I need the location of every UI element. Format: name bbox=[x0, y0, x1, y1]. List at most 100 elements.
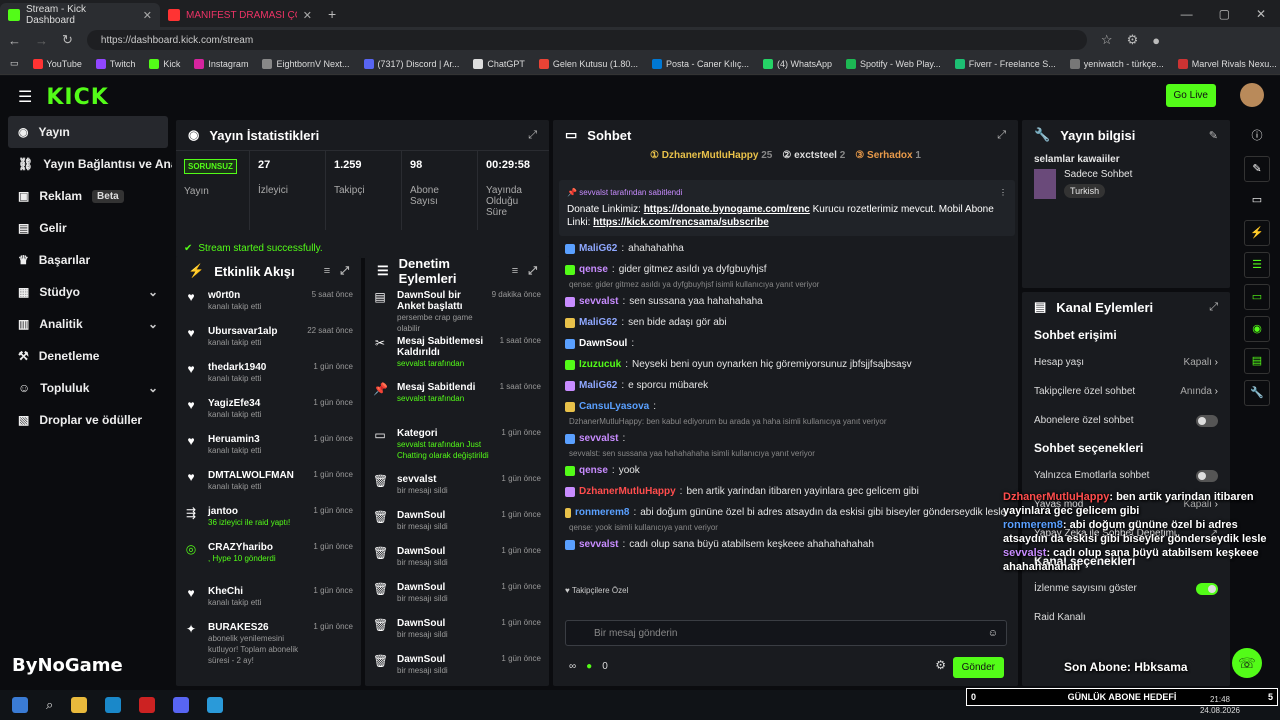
channel-icon[interactable]: ▤ bbox=[1244, 348, 1270, 374]
expand-icon[interactable]: ⤢ bbox=[528, 265, 537, 278]
broadcast-icon[interactable]: ◉ bbox=[1244, 316, 1270, 342]
apps-icon[interactable]: ▭ bbox=[10, 58, 19, 69]
close-window-icon[interactable]: ✕ bbox=[1256, 7, 1266, 21]
chat-message[interactable]: sevvalst: cadı olup sana büyü atabilsem k… bbox=[565, 534, 1006, 555]
chat-message[interactable]: sevvalst: bbox=[565, 428, 1006, 449]
go-live-button[interactable]: Go Live bbox=[1165, 84, 1216, 107]
chat-username[interactable]: Izuzucuk bbox=[579, 359, 621, 370]
chat-message[interactable]: DzhanerMutluHappy: ben artik yarindan iti… bbox=[565, 481, 1006, 502]
help-button[interactable]: ☏ bbox=[1232, 648, 1262, 678]
new-tab-icon[interactable]: + bbox=[328, 6, 336, 22]
bookmark-item[interactable]: Posta - Caner Kılıç... bbox=[651, 58, 749, 69]
settings-icon[interactable]: ⚙ bbox=[935, 658, 946, 672]
chat-input[interactable]: Bir mesaj gönderin ☺ bbox=[565, 620, 1007, 646]
edit-icon[interactable]: ✎ bbox=[1209, 129, 1218, 142]
send-button[interactable]: Gönder bbox=[952, 657, 1004, 678]
chat-username[interactable]: sevvalst bbox=[579, 433, 618, 444]
account-age-row[interactable]: Hesap yaşı Kapalı › bbox=[1022, 348, 1230, 377]
edge-icon[interactable] bbox=[207, 697, 224, 713]
bookmark-item[interactable]: Gelen Kutusu (1.80... bbox=[538, 58, 638, 69]
infinity-icon[interactable]: ∞ bbox=[569, 661, 576, 672]
bookmark-item[interactable]: YouTube bbox=[32, 58, 82, 69]
chat-message[interactable]: DawnSoul: bbox=[565, 333, 1006, 354]
subscribers-only-toggle[interactable] bbox=[1196, 414, 1218, 427]
bookmark-item[interactable]: (7317) Discord | Ar... bbox=[363, 58, 459, 69]
chat-message[interactable]: CansuLyasova: bbox=[565, 396, 1006, 417]
menu-icon[interactable]: ☰ bbox=[18, 87, 32, 107]
bookmark-star-icon[interactable]: ☆ bbox=[1101, 32, 1113, 48]
bookmark-item[interactable]: Kick bbox=[149, 58, 180, 69]
chat-message[interactable]: qense: yook bbox=[565, 460, 1006, 481]
edit-icon[interactable]: ✎ bbox=[1244, 156, 1270, 182]
chat-username[interactable]: sevvalst bbox=[579, 296, 618, 307]
kick-logo[interactable]: KICK bbox=[46, 85, 108, 110]
app-icon[interactable] bbox=[105, 697, 122, 713]
chat-username[interactable]: ronmerem8 bbox=[575, 507, 629, 518]
close-icon[interactable]: ✕ bbox=[303, 9, 312, 22]
chat-username[interactable]: sevvalst bbox=[579, 539, 618, 550]
back-icon[interactable]: ← bbox=[8, 33, 21, 48]
search-icon[interactable]: ⌕ bbox=[46, 697, 53, 713]
maximize-icon[interactable]: ▢ bbox=[1219, 7, 1230, 21]
sidebar-item-topluluk[interactable]: ☺ Topluluk ⌄ bbox=[0, 372, 172, 404]
bookmark-item[interactable]: Instagram bbox=[194, 58, 248, 69]
sidebar-item-yayin[interactable]: ◉ Yayın bbox=[8, 116, 168, 148]
chat-message[interactable]: MaliG62: sen bide adaşı gör abi bbox=[565, 312, 1006, 333]
url-input[interactable]: https://dashboard.kick.com/stream bbox=[86, 30, 1087, 50]
sidebar-item-basarilar[interactable]: ♛ Başarılar bbox=[0, 244, 172, 276]
expand-icon[interactable]: ⤢ bbox=[997, 129, 1006, 142]
chat-message[interactable]: Izuzucuk: Neyseki beni oyun oynarken hiç … bbox=[565, 354, 1006, 375]
show-viewcount-toggle[interactable] bbox=[1196, 582, 1218, 595]
more-icon[interactable]: ⋮ bbox=[999, 186, 1007, 199]
file-explorer-icon[interactable] bbox=[71, 697, 88, 713]
bookmark-item[interactable]: yeniwatch - türkçe... bbox=[1069, 58, 1164, 69]
windows-start-icon[interactable] bbox=[12, 697, 28, 713]
chat-message[interactable]: MaliG62: ahahahahha bbox=[565, 238, 1006, 259]
chat-username[interactable]: DawnSoul bbox=[579, 338, 627, 349]
close-icon[interactable]: ✕ bbox=[143, 9, 152, 22]
tab-youtube[interactable]: MANIFEST DRAMASI ÇOK FENA! ✕ bbox=[160, 3, 320, 27]
filter-icon[interactable]: ≡ bbox=[324, 265, 330, 277]
chat-message[interactable]: qense: gider gitmez asıldı ya dyfgbuyhjsf bbox=[565, 259, 1006, 280]
bolt-icon[interactable]: ⚡ bbox=[1244, 220, 1270, 246]
followers-only-row[interactable]: Takipçilere özel sohbet Anında › bbox=[1022, 377, 1230, 406]
chat-username[interactable]: MaliG62 bbox=[579, 243, 617, 254]
chat-icon[interactable]: ▭ bbox=[1244, 284, 1270, 310]
layout-icon[interactable]: ▭ bbox=[1244, 188, 1270, 214]
emoji-icon[interactable]: ☺ bbox=[988, 628, 998, 639]
list-icon[interactable]: ☰ bbox=[1244, 252, 1270, 278]
info-icon[interactable]: ⓘ bbox=[1244, 124, 1270, 150]
chat-username[interactable]: DzhanerMutluHappy bbox=[579, 486, 676, 497]
donate-link[interactable]: https://donate.bynogame.com/renc bbox=[644, 204, 810, 215]
sidebar-item-studyo[interactable]: ▦ Stüdyo ⌄ bbox=[0, 276, 172, 308]
chat-username[interactable]: qense bbox=[579, 465, 608, 476]
bookmark-item[interactable]: Twitch bbox=[95, 58, 135, 69]
chat-message[interactable]: MaliG62: e sporcu mübarek bbox=[565, 375, 1006, 396]
discord-icon[interactable] bbox=[173, 697, 190, 713]
raid-channel-row[interactable]: Raid Kanalı bbox=[1022, 603, 1230, 632]
sidebar-item-analitik[interactable]: ▥ Analitik ⌄ bbox=[0, 308, 172, 340]
sidebar-item-gelir[interactable]: ▤ Gelir bbox=[0, 212, 172, 244]
obs-icon[interactable] bbox=[139, 697, 156, 713]
wrench-icon[interactable]: 🔧 bbox=[1244, 380, 1270, 406]
expand-icon[interactable]: ⤢ bbox=[528, 129, 537, 142]
profile-icon[interactable]: ● bbox=[1152, 33, 1160, 48]
tab-kick-dashboard[interactable]: Stream - Kick Dashboard ✕ bbox=[0, 3, 160, 27]
minimize-icon[interactable]: — bbox=[1181, 7, 1193, 21]
bookmark-item[interactable]: Fiverr - Freelance S... bbox=[954, 58, 1056, 69]
bookmark-item[interactable]: EightbornV Next... bbox=[262, 58, 350, 69]
forward-icon[interactable]: → bbox=[35, 33, 48, 48]
chat-message[interactable]: ronmerem8: abi doğum gününe özel bi adres… bbox=[565, 502, 1006, 523]
bookmark-item[interactable]: Spotify - Web Play... bbox=[846, 58, 941, 69]
chat-username[interactable]: MaliG62 bbox=[579, 380, 617, 391]
bookmark-item[interactable]: (4) WhatsApp bbox=[762, 58, 832, 69]
sidebar-item-stream-key[interactable]: ⛓ Yayın Bağlantısı ve Anahtarı bbox=[0, 148, 172, 180]
filter-icon[interactable]: ≡ bbox=[512, 265, 518, 277]
bookmark-item[interactable]: Marvel Rivals Nexu... bbox=[1177, 58, 1277, 69]
expand-icon[interactable]: ⤢ bbox=[340, 265, 349, 278]
expand-icon[interactable]: ⤢ bbox=[1209, 301, 1218, 314]
chat-username[interactable]: MaliG62 bbox=[579, 317, 617, 328]
chat-username[interactable]: CansuLyasova bbox=[579, 401, 649, 412]
avatar[interactable] bbox=[1240, 83, 1264, 107]
emote-only-toggle[interactable] bbox=[1196, 469, 1218, 482]
